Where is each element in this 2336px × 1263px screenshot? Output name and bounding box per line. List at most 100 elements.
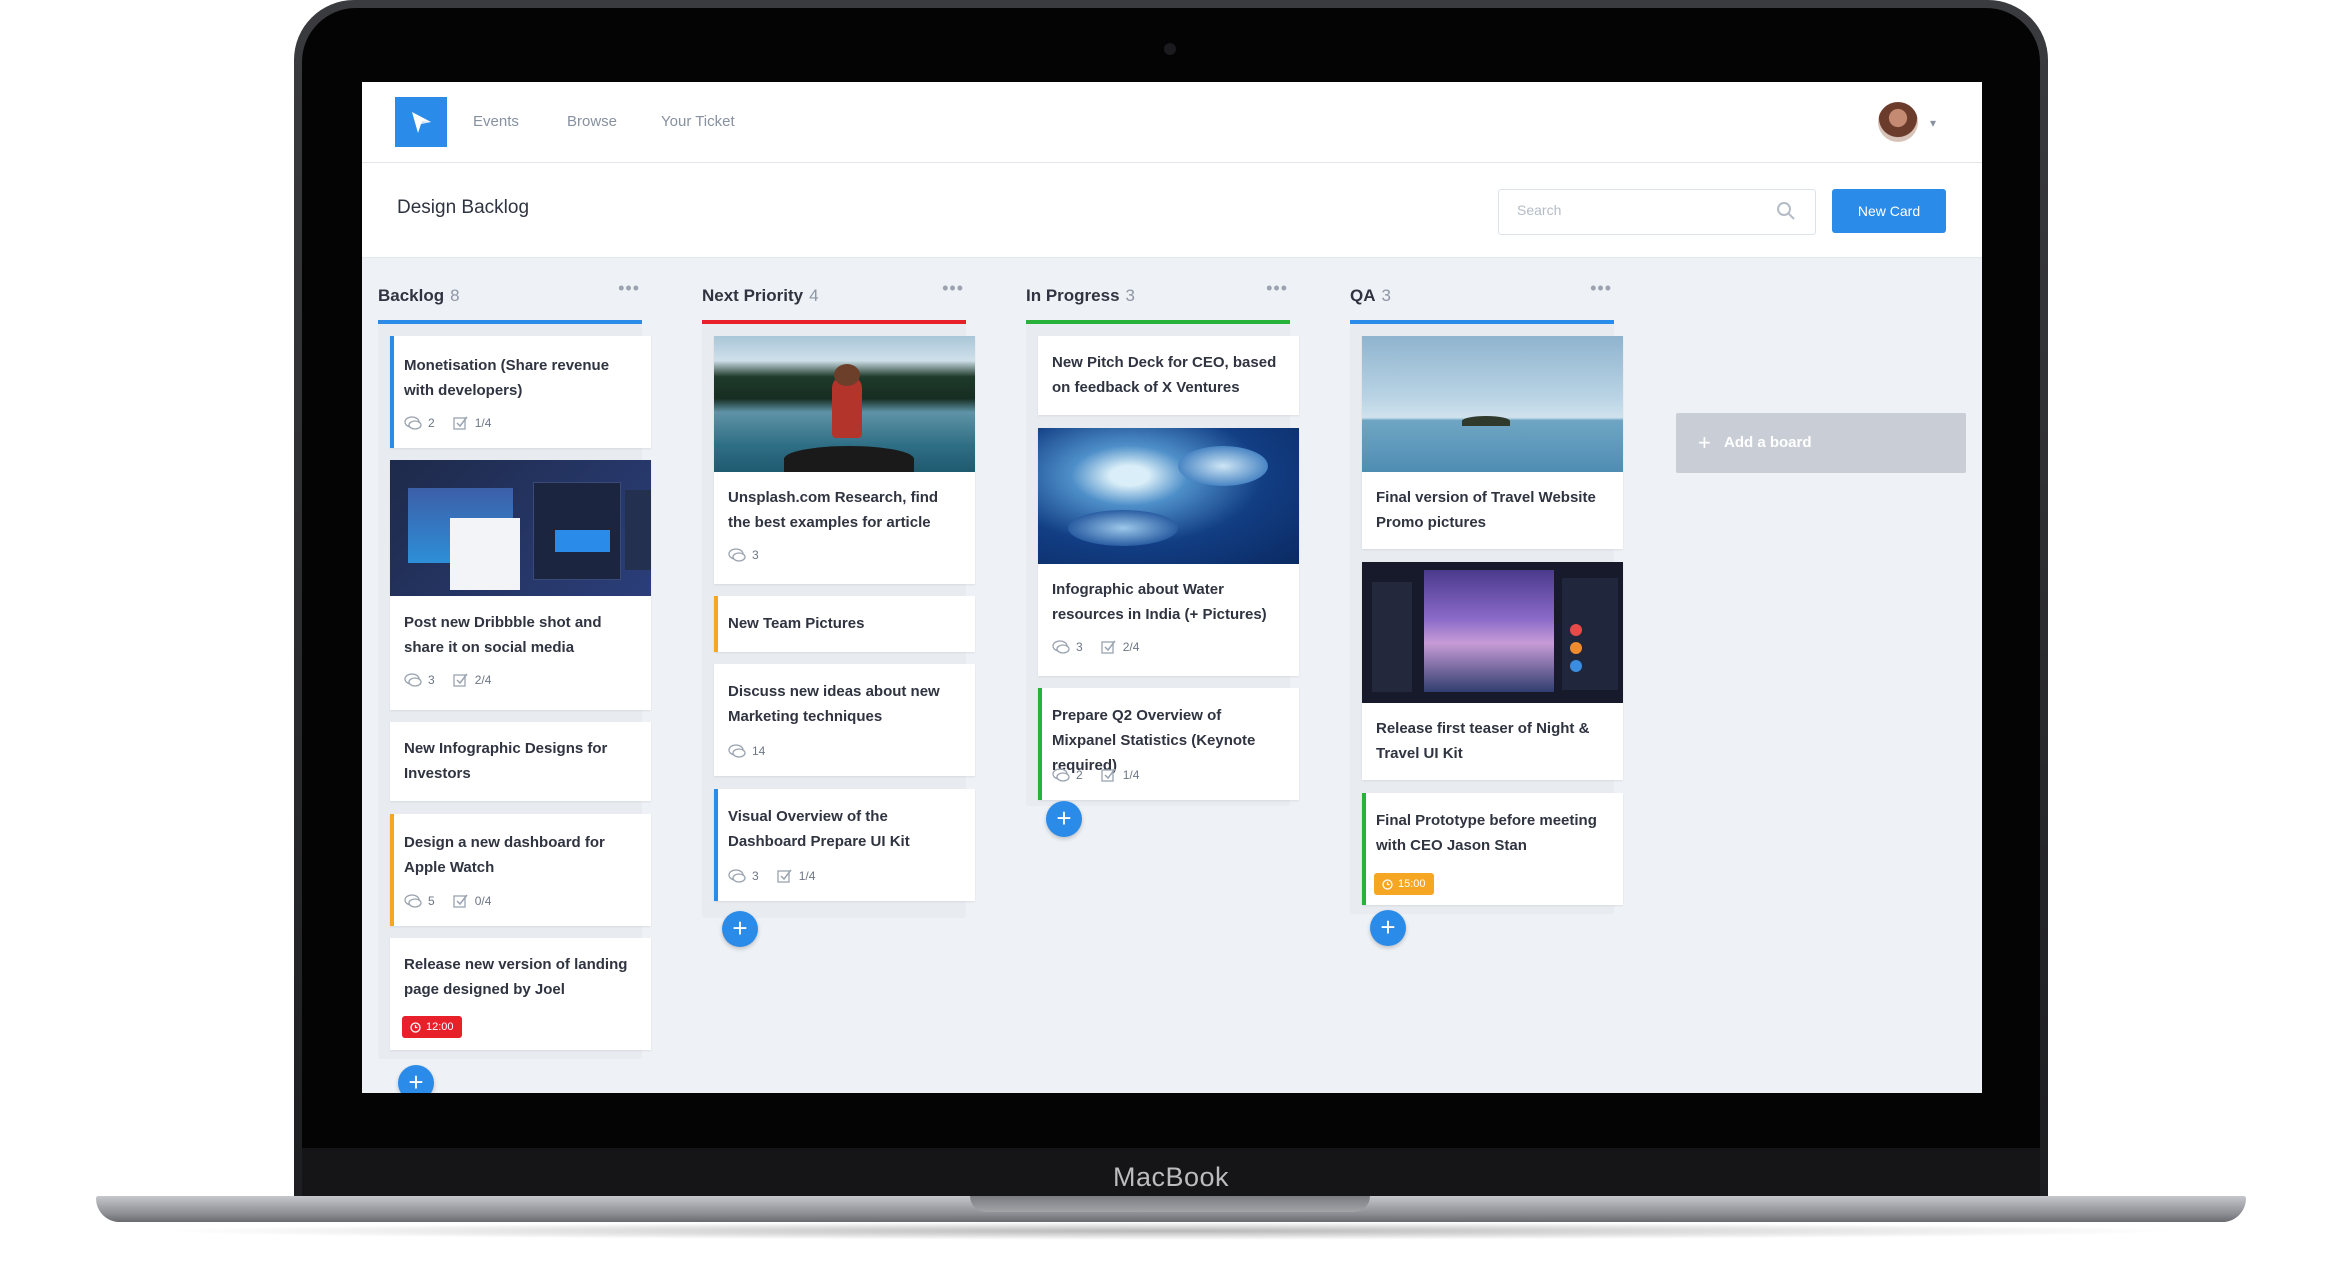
more-options-icon[interactable]: •••	[618, 278, 640, 299]
checklist-count-value: 2/4	[474, 673, 492, 687]
search-icon[interactable]	[1776, 201, 1796, 221]
card-meta: 3 2/4	[404, 673, 509, 687]
nav-browse-link[interactable]: Browse	[567, 113, 617, 130]
more-options-icon[interactable]: •••	[1590, 278, 1612, 299]
add-card-button[interactable]: +	[1046, 801, 1082, 837]
comment-icon	[1052, 640, 1070, 654]
column-title: In Progress 3	[1026, 286, 1135, 306]
column-card-list: New Pitch Deck for CEO, based on feedbac…	[1026, 324, 1299, 806]
task-card[interactable]: Post new Dribbble shot and share it on s…	[390, 460, 651, 710]
comment-count-value: 3	[1076, 640, 1083, 654]
comment-count: 3	[1052, 640, 1083, 654]
comment-icon	[728, 744, 746, 758]
device-label: MacBook	[1112, 1162, 1230, 1192]
column-name: In Progress	[1026, 286, 1120, 305]
task-card[interactable]: Release first teaser of Night & Travel U…	[1362, 562, 1623, 780]
task-card[interactable]: Design a new dashboard for Apple Watch 5…	[390, 814, 651, 926]
due-time-badge: 15:00	[1374, 873, 1434, 895]
card-title: Post new Dribbble shot and share it on s…	[404, 614, 602, 656]
task-card[interactable]: Final Prototype before meeting with CEO …	[1362, 793, 1623, 905]
comment-count-value: 3	[752, 869, 759, 883]
search-field[interactable]	[1498, 189, 1816, 235]
camera	[1164, 43, 1176, 55]
add-card-button[interactable]: +	[398, 1065, 434, 1093]
night-travel-ui-image	[1362, 562, 1623, 703]
image-part	[1424, 570, 1554, 692]
task-card[interactable]: Release new version of landing page desi…	[390, 938, 651, 1050]
checklist-icon	[453, 416, 468, 430]
comment-count-value: 3	[428, 673, 435, 687]
task-card[interactable]: Prepare Q2 Overview of Mixpanel Statisti…	[1038, 688, 1299, 800]
image-part	[1570, 642, 1582, 654]
nav-your-ticket-link[interactable]: Your Ticket	[661, 113, 735, 130]
checklist-count-value: 2/4	[1122, 640, 1140, 654]
add-card-button[interactable]: +	[722, 911, 758, 947]
column-count: 4	[809, 286, 819, 305]
search-input[interactable]	[1515, 201, 1769, 219]
image-part	[1178, 446, 1268, 486]
column-card-list: Monetisation (Share revenue with develop…	[378, 324, 651, 1059]
column-count: 3	[1381, 286, 1391, 305]
column-card-list: Unsplash.com Research, find the best exa…	[702, 324, 975, 918]
app-logo[interactable]	[395, 97, 447, 147]
card-title: New Team Pictures	[728, 615, 865, 632]
image-part	[1462, 416, 1510, 426]
card-title: Prepare Q2 Overview of Mixpanel Statisti…	[1052, 707, 1256, 774]
column-name: Backlog	[378, 286, 445, 305]
comment-count-value: 2	[1076, 768, 1083, 782]
nav-events-link[interactable]: Events	[473, 113, 519, 130]
task-card[interactable]: Visual Overview of the Dashboard Prepare…	[714, 789, 975, 901]
checklist-icon	[1101, 640, 1116, 654]
card-title: Release first teaser of Night & Travel U…	[1376, 720, 1590, 762]
task-card[interactable]: Unsplash.com Research, find the best exa…	[714, 336, 975, 584]
page-header: Design Backlog New Card	[362, 163, 1982, 258]
card-title: Design a new dashboard for Apple Watch	[404, 834, 605, 876]
chevron-down-icon[interactable]: ▾	[1930, 116, 1936, 130]
checklist-icon	[1101, 768, 1116, 782]
column-title: Backlog 8	[378, 286, 460, 306]
comment-icon	[1052, 768, 1070, 782]
card-title: New Pitch Deck for CEO, based on feedbac…	[1052, 354, 1277, 396]
checklist-count: 2/4	[1101, 640, 1140, 654]
card-title: Monetisation (Share revenue with develop…	[404, 357, 610, 399]
task-card[interactable]: New Infographic Designs for Investors	[390, 722, 651, 801]
comment-count: 3	[404, 673, 435, 687]
column-count: 3	[1125, 286, 1136, 305]
task-card[interactable]: Discuss new ideas about new Marketing te…	[714, 664, 975, 776]
seascape-island-image	[1362, 336, 1623, 472]
image-part	[1068, 510, 1178, 546]
checklist-count-value: 0/4	[474, 894, 492, 908]
checklist-count: 1/4	[777, 869, 815, 883]
task-card[interactable]: Monetisation (Share revenue with develop…	[390, 336, 651, 448]
card-meta: 14	[728, 744, 783, 758]
card-title: Final version of Travel Website Promo pi…	[1376, 489, 1596, 531]
add-card-button[interactable]: +	[1370, 910, 1406, 946]
task-card[interactable]: New Pitch Deck for CEO, based on feedbac…	[1038, 336, 1299, 415]
more-options-icon[interactable]: •••	[1266, 278, 1288, 299]
comment-count: 14	[728, 744, 765, 758]
user-avatar[interactable]	[1878, 102, 1918, 142]
laptop-shadow	[150, 1222, 2190, 1240]
image-part	[1562, 578, 1618, 690]
task-card[interactable]: New Team Pictures	[714, 596, 975, 652]
card-meta: 2 1/4	[1052, 768, 1157, 782]
card-meta: 3 2/4	[1052, 640, 1157, 654]
image-part	[625, 490, 651, 570]
plus-icon: +	[1698, 430, 1711, 455]
more-options-icon[interactable]: •••	[942, 278, 964, 299]
new-card-button[interactable]: New Card	[1832, 189, 1946, 233]
comment-count-value: 3	[752, 548, 759, 562]
add-board-button[interactable]: + Add a board	[1676, 413, 1966, 473]
task-card[interactable]: Infographic about Water resources in Ind…	[1038, 428, 1299, 676]
card-title: Final Prototype before meeting with CEO …	[1376, 812, 1597, 854]
task-card[interactable]: Final version of Travel Website Promo pi…	[1362, 336, 1623, 549]
card-meta: 3	[728, 548, 777, 562]
laptop-notch	[970, 1196, 1370, 1212]
card-title: New Infographic Designs for Investors	[404, 740, 608, 782]
ocean-water-image	[1038, 428, 1299, 564]
comment-icon	[404, 416, 422, 430]
comment-icon	[728, 869, 746, 883]
comment-count: 5	[404, 894, 435, 908]
card-title: Release new version of landing page desi…	[404, 956, 628, 998]
comment-icon	[404, 673, 422, 687]
